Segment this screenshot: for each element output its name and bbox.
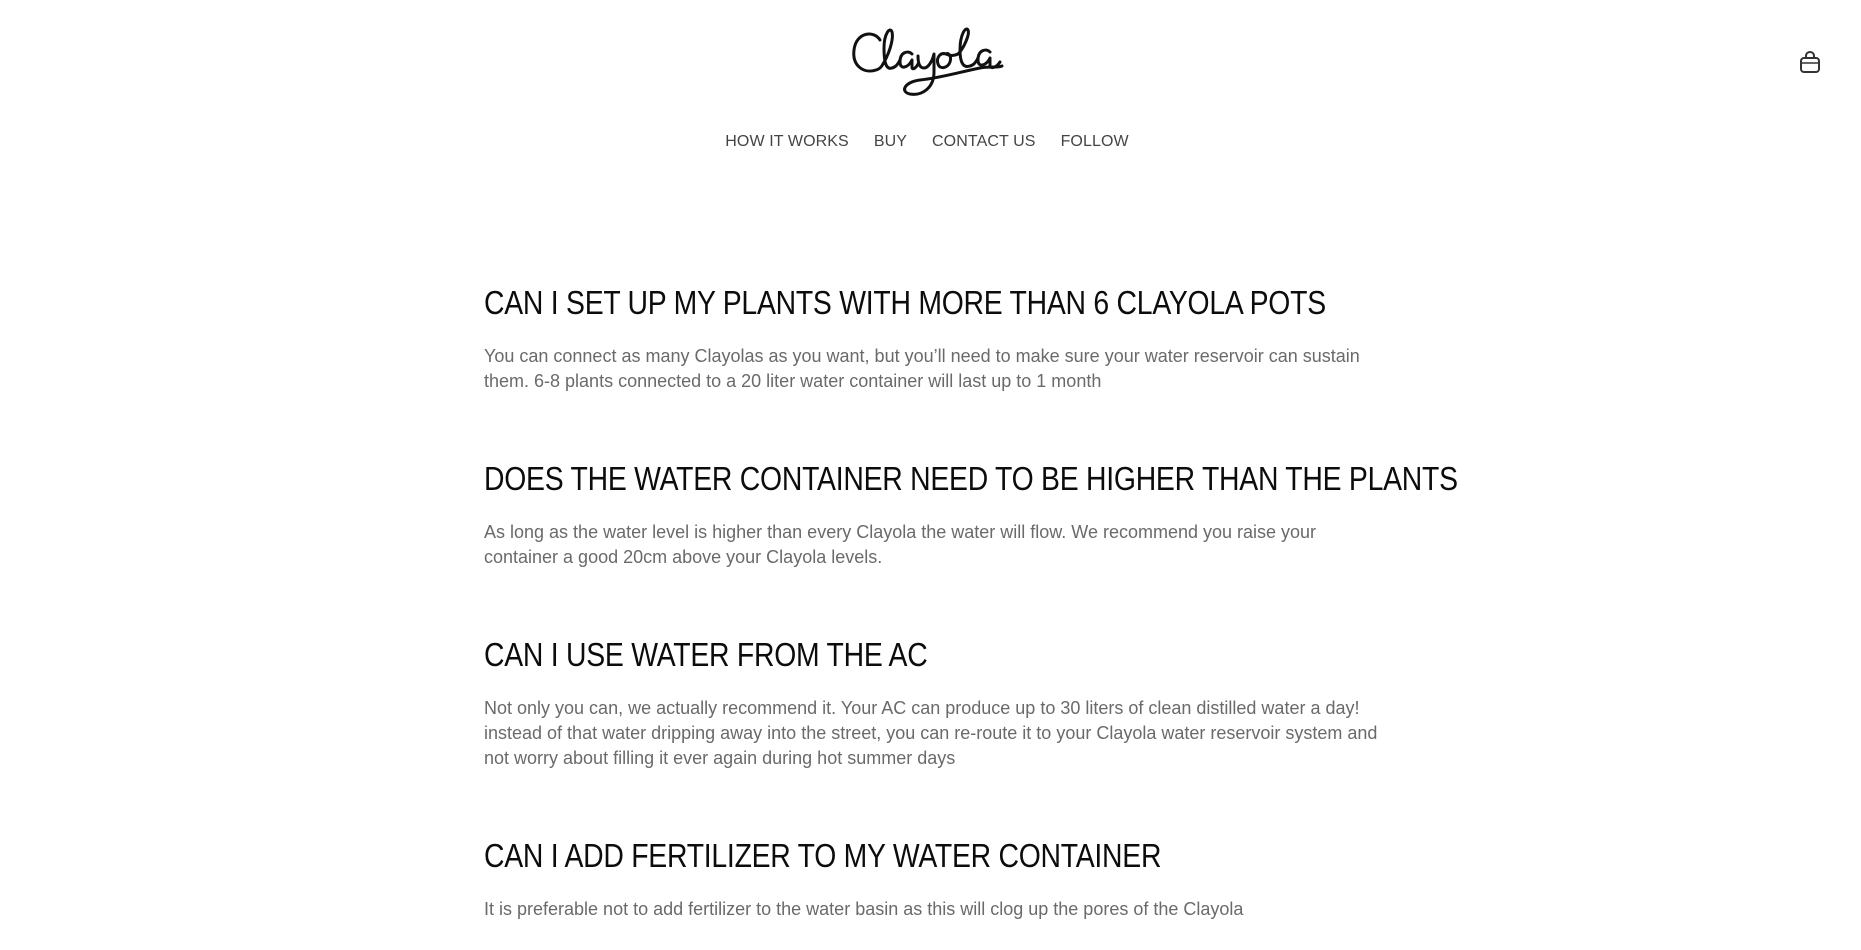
site-header: HOW IT WORKS BUY CONTACT US FOLLOW [0, 0, 1861, 170]
faq-answer: It is preferable not to add fertilizer t… [484, 899, 1244, 919]
cart-button[interactable] [1797, 49, 1823, 75]
nav-how-it-works[interactable]: HOW IT WORKS [713, 130, 862, 154]
faq-answer: You can connect as many Clayolas as you … [484, 346, 1360, 391]
faq-question: CAN I USE WATER FROM THE AC [484, 636, 928, 673]
clayola-logo[interactable] [850, 22, 1010, 106]
faq-item: CAN I USE WATER FROM THE AC Not only you… [484, 634, 1384, 771]
faq-answer: Not only you can, we actually recommend … [484, 698, 1378, 768]
faq-item: CAN I ADD FERTILIZER TO MY WATER CONTAIN… [484, 835, 1384, 922]
faq-item: DOES THE WATER CONTAINER NEED TO BE HIGH… [484, 458, 1616, 570]
faq-answer: As long as the water level is higher tha… [484, 522, 1317, 567]
faq-question: CAN I ADD FERTILIZER TO MY WATER CONTAIN… [484, 837, 1162, 874]
nav-contact-us[interactable]: CONTACT US [920, 130, 1049, 154]
shopping-bag-icon [1800, 50, 1820, 73]
nav-buy[interactable]: BUY [861, 130, 919, 154]
faq-item: CAN I SET UP MY PLANTS WITH MORE THAN 6 … [484, 282, 1463, 394]
faq-question: CAN I SET UP MY PLANTS WITH MORE THAN 6 … [484, 284, 1326, 321]
nav-follow[interactable]: FOLLOW [1048, 130, 1141, 154]
clayola-logo-script [852, 27, 1004, 96]
main-nav: HOW IT WORKS BUY CONTACT US FOLLOW [0, 130, 1861, 154]
faq-question: DOES THE WATER CONTAINER NEED TO BE HIGH… [484, 460, 1458, 497]
